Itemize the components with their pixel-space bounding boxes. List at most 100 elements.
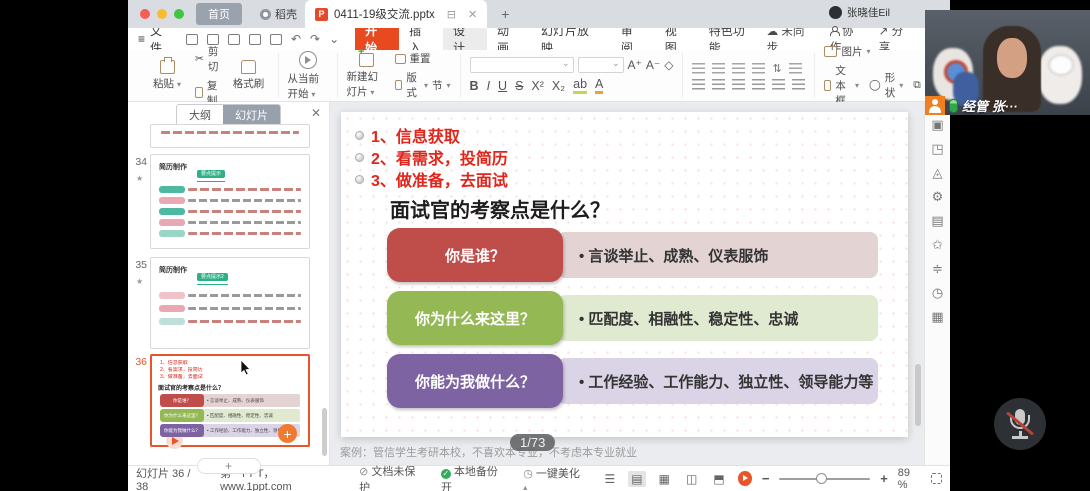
superscript-button[interactable]: X²	[531, 79, 544, 93]
maximize-window-button[interactable]	[174, 9, 184, 19]
settings-gear-icon[interactable]: ⚙	[932, 190, 944, 203]
slideshow-play-button[interactable]	[738, 471, 752, 486]
participant-name: 经管 张···	[962, 96, 1018, 115]
plush-toy-astronaut	[1038, 46, 1082, 104]
add-slide-button[interactable]: +	[197, 458, 261, 474]
justify-icon[interactable]	[752, 79, 765, 90]
scissors-icon: ✂	[195, 53, 204, 65]
tab-outline[interactable]: 大纲	[177, 105, 223, 125]
tab-slides[interactable]: 幻灯片	[223, 105, 280, 125]
panel-close-icon[interactable]: ✕	[311, 106, 321, 120]
clipboard-group: 粘贴 ▾ ✂剪切 复制 格式刷	[138, 53, 279, 98]
tab-minimize-icon[interactable]: ⊟	[447, 8, 456, 21]
zoom-out-button[interactable]: −	[762, 471, 770, 486]
normal-view-icon[interactable]: ▤	[628, 471, 645, 487]
fit-slide-icon[interactable]	[931, 473, 942, 484]
document-title: 0411-19级交流.pptx	[334, 6, 435, 22]
print-preview-icon[interactable]	[270, 34, 282, 45]
notes-view-icon[interactable]: ☰	[602, 471, 619, 487]
thumbnail-slide-34[interactable]: 简历制作 要点提示	[150, 154, 310, 249]
webcam-video[interactable]: 经管 张···	[925, 10, 1090, 115]
history-clock-icon[interactable]: ◷	[932, 286, 943, 299]
redo-icon[interactable]: ↷	[310, 32, 320, 46]
tab-close-icon[interactable]: ✕	[468, 8, 477, 21]
beautify-button[interactable]: ◷一键美化 ▴	[523, 465, 585, 491]
layout-button[interactable]: 版式▾	[395, 70, 429, 100]
text-direction-icon[interactable]	[789, 63, 802, 74]
subscript-button[interactable]: X₂	[552, 79, 565, 93]
presenter-view-icon[interactable]: ⬒	[710, 471, 727, 487]
reading-view-icon[interactable]: ◫	[683, 471, 700, 487]
new-slide-button[interactable]: 新建幻灯片 ▾	[347, 53, 387, 99]
slide-sorter-icon[interactable]: ▦	[656, 471, 673, 487]
decrease-font-button[interactable]: A⁻	[646, 58, 660, 72]
zoom-in-button[interactable]: +	[880, 471, 888, 486]
account-chip[interactable]: 张晓佳Eil	[829, 5, 890, 20]
animation-star-icon[interactable]: ✩	[932, 238, 943, 251]
line-spacing-icon[interactable]: ⇅	[772, 62, 781, 75]
tab-document[interactable]: P 0411-19级交流.pptx ⊟ ✕	[305, 0, 487, 28]
distribute-icon[interactable]	[772, 79, 785, 90]
font-size-select[interactable]	[578, 57, 624, 73]
numbered-list-icon[interactable]	[712, 63, 725, 74]
align-right-icon[interactable]	[732, 79, 745, 90]
slide-canvas[interactable]: 1、信息获取 2、看需求，投简历 3、做准备，去面试 面试官的考察点是什么？ •…	[341, 112, 908, 437]
increase-font-button[interactable]: A⁺	[628, 58, 642, 72]
columns-icon[interactable]	[792, 79, 805, 90]
protect-status[interactable]: ⊘文档未保护	[359, 463, 425, 491]
zoom-level[interactable]: 89 %	[898, 467, 922, 491]
zoom-slider-knob[interactable]	[816, 473, 827, 484]
decrease-indent-icon[interactable]	[732, 63, 745, 74]
zoom-slider[interactable]	[779, 478, 870, 480]
mute-microphone-button[interactable]	[994, 398, 1046, 450]
thumbnail-scrollbar[interactable]	[322, 408, 327, 456]
tab-docer[interactable]: 稻壳	[252, 3, 305, 25]
align-center-icon[interactable]	[712, 79, 725, 90]
new-tab-button[interactable]: +	[501, 6, 509, 22]
paste-button[interactable]: 粘贴 ▾	[147, 60, 187, 91]
adjust-sliders-icon[interactable]: ≑	[932, 262, 943, 275]
slide-counter: 幻灯片 36 / 38	[136, 465, 204, 491]
speaker-notes-text[interactable]: 案例：管信学生考研本校，不喜欢本专业，不考虑本专业就业	[340, 444, 637, 460]
italic-button[interactable]: I	[487, 79, 490, 93]
close-window-button[interactable]	[140, 9, 150, 19]
increase-indent-icon[interactable]	[752, 63, 765, 74]
reset-button[interactable]: 重置	[395, 51, 451, 66]
layers-pane-icon[interactable]: ▤	[931, 214, 943, 227]
thumbnail-add-button[interactable]: +	[278, 424, 297, 443]
more-commands-icon[interactable]: ⌄	[329, 32, 339, 46]
textbox-button[interactable]: 文本框▾	[824, 63, 859, 108]
font-name-select[interactable]	[470, 57, 574, 73]
play-from-current-button[interactable]: 从当前开始 ▾	[288, 51, 328, 101]
bold-button[interactable]: B	[470, 79, 479, 93]
bullet-list-icon[interactable]	[692, 63, 705, 74]
thumbnail-slide-35[interactable]: 简历制作 要点提示2	[150, 257, 310, 349]
shape-button[interactable]: ◯形状▾	[869, 70, 903, 100]
picture-button[interactable]: 图片▾	[824, 44, 870, 59]
font-color-button[interactable]: A	[595, 77, 603, 94]
canvas-scrollbar[interactable]	[915, 364, 921, 426]
align-left-icon[interactable]	[692, 79, 705, 90]
image-pane-icon[interactable]: ▦	[931, 310, 943, 323]
answer-box: • 言谈举止、成熟、仪表服饰	[557, 232, 878, 278]
thumbnail-slide-33-partial[interactable]	[150, 124, 310, 148]
highlight-color-button[interactable]: ab	[573, 77, 587, 94]
underline-button[interactable]: U	[498, 79, 507, 93]
format-painter-button[interactable]: 格式刷	[229, 60, 269, 91]
cut-button[interactable]: ✂剪切	[195, 44, 221, 74]
export-pdf-icon[interactable]	[228, 34, 240, 45]
slide-pane-icon[interactable]: ▣	[931, 118, 943, 131]
undo-icon[interactable]: ↶	[291, 32, 301, 46]
section-button[interactable]: 节▾	[432, 78, 451, 93]
slide-bullet: 2、看需求，投简历	[371, 145, 508, 169]
design-pane-icon[interactable]: ◬	[933, 166, 943, 179]
clear-format-button[interactable]: ◇	[664, 58, 673, 72]
tab-home[interactable]: 首页	[196, 3, 242, 25]
strikethrough-button[interactable]: S	[515, 79, 523, 93]
backup-status[interactable]: ✓本地备份开	[441, 463, 507, 491]
account-avatar	[829, 6, 842, 19]
print-icon[interactable]	[249, 34, 261, 45]
minimize-window-button[interactable]	[157, 9, 167, 19]
wps-window: 首页 稻壳 P 0411-19级交流.pptx ⊟ ✕ + 张晓佳Eil ≡ 文…	[128, 0, 950, 491]
shapes-pane-icon[interactable]: ◳	[931, 142, 943, 155]
